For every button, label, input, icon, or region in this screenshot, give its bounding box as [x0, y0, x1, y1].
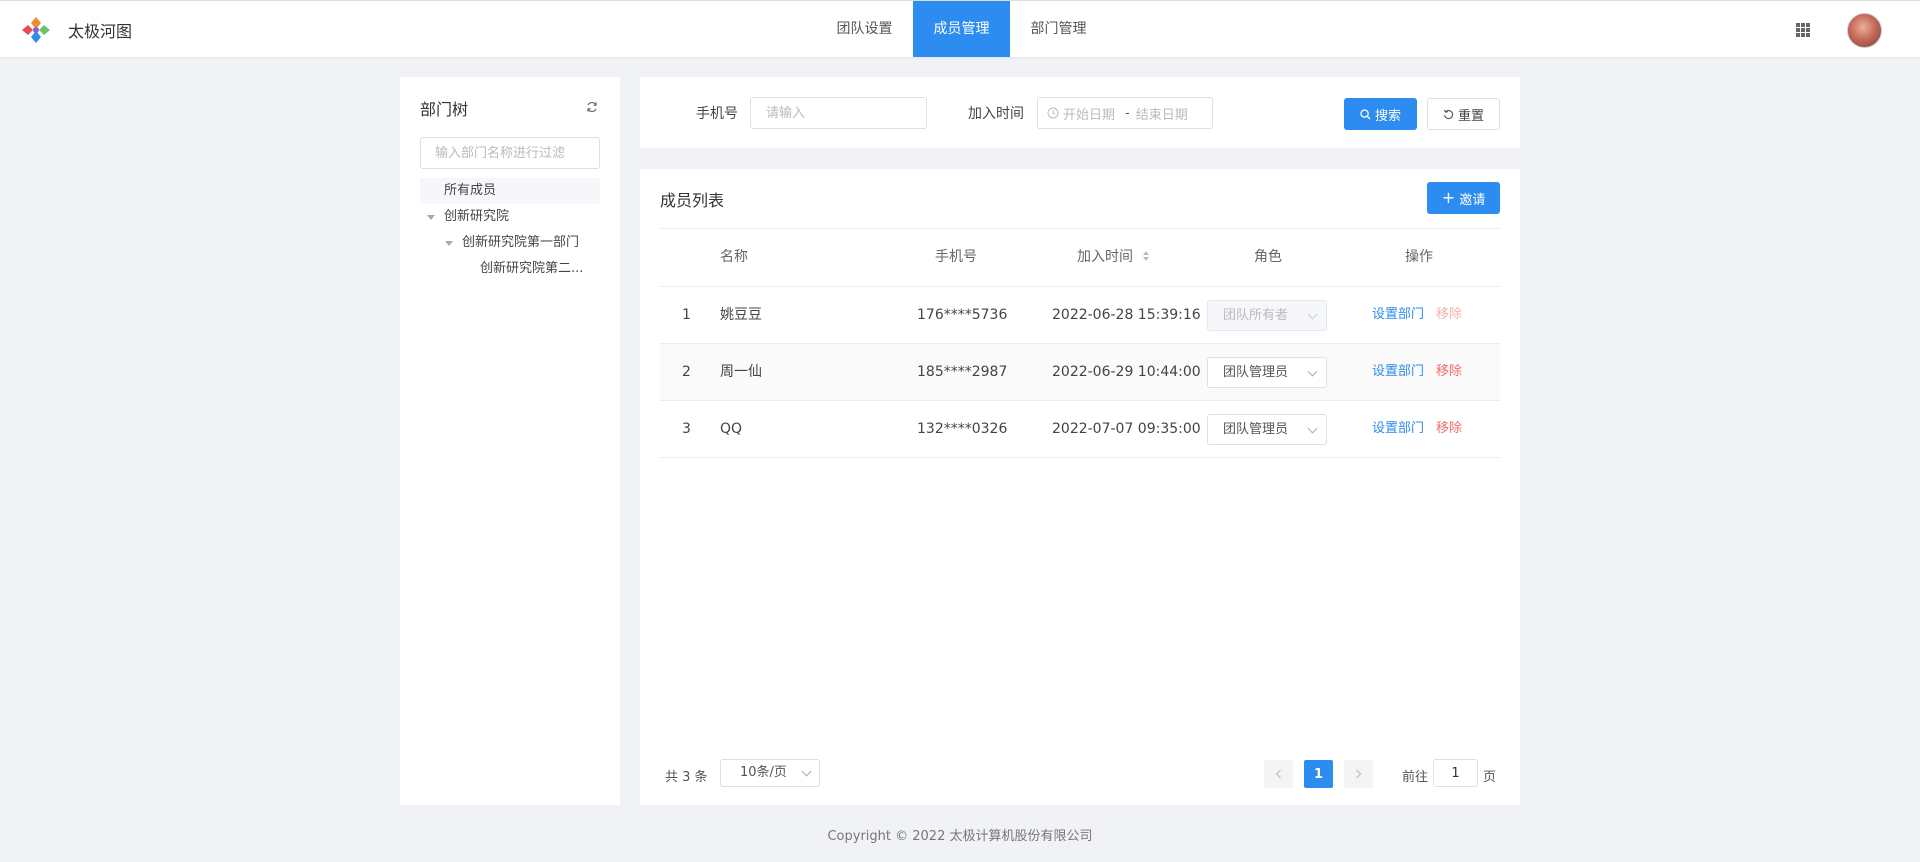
expand-caret-icon[interactable]	[427, 215, 435, 220]
tree-node-dept-2[interactable]: 创新研究院第二...	[420, 256, 600, 282]
goto-page-input[interactable]	[1433, 759, 1478, 787]
reset-button-label: 重置	[1457, 108, 1484, 124]
search-icon	[1360, 108, 1371, 119]
department-filter-input[interactable]	[420, 137, 600, 169]
row-index: 2	[682, 364, 691, 380]
member-list-panel: 成员列表 + 邀请 名称 手机号 加入时间 角色 操作 1 姚豆豆 176***…	[640, 169, 1520, 805]
refresh-icon[interactable]	[586, 101, 598, 113]
member-phone: 185****2987	[917, 364, 1008, 380]
member-name: 姚豆豆	[720, 307, 762, 323]
member-name: QQ	[720, 421, 743, 437]
join-time-header-label: 加入时间	[1077, 249, 1133, 265]
member-phone: 176****5736	[917, 307, 1008, 323]
tab-team-settings[interactable]: 团队设置	[816, 1, 913, 57]
expand-caret-icon[interactable]	[445, 241, 453, 246]
member-name: 周一仙	[720, 364, 762, 380]
next-page-button[interactable]	[1344, 760, 1373, 788]
member-table: 名称 手机号 加入时间 角色 操作 1 姚豆豆 176****5736 2022…	[660, 228, 1500, 458]
end-date-placeholder[interactable]: 结束日期	[1136, 104, 1188, 123]
clock-icon	[1047, 107, 1059, 119]
remove-link: 移除	[1436, 307, 1463, 322]
reset-button[interactable]: 重置	[1427, 98, 1500, 130]
role-select-value: 团队管理员	[1223, 422, 1289, 437]
tree-node-label: 所有成员	[444, 183, 497, 198]
set-department-link[interactable]: 设置部门	[1372, 344, 1424, 400]
chevron-down-icon	[1307, 309, 1318, 320]
row-index: 1	[682, 307, 691, 323]
remove-link[interactable]: 移除	[1436, 401, 1462, 457]
member-join-time: 2022-07-07 09:35:00	[1052, 421, 1201, 437]
chevron-right-icon	[1356, 769, 1362, 779]
department-tree-panel: 部门树 所有成员 创新研究院 创新研究院第一部门 创新研究院第二...	[400, 77, 620, 805]
tree-node-dept-1[interactable]: 创新研究院第一部门	[420, 230, 600, 256]
column-header-phone: 手机号	[935, 249, 977, 265]
column-header-role: 角色	[1254, 249, 1282, 265]
search-button-label: 搜索	[1374, 108, 1401, 124]
search-panel: 手机号 加入时间 开始日期 - 结束日期 搜索 重置	[640, 77, 1520, 148]
role-select[interactable]: 团队管理员	[1207, 357, 1327, 388]
tab-department-management[interactable]: 部门管理	[1010, 1, 1107, 57]
column-header-actions: 操作	[1405, 249, 1433, 265]
top-nav: 团队设置 成员管理 部门管理	[816, 1, 1107, 57]
top-header: 太极河图 团队设置 成员管理 部门管理	[0, 0, 1920, 57]
chevron-down-icon	[801, 766, 812, 777]
sort-icon[interactable]	[1142, 250, 1150, 262]
table-row: 2 周一仙 185****2987 2022-06-29 10:44:00 团队…	[660, 344, 1500, 401]
table-row: 1 姚豆豆 176****5736 2022-06-28 15:39:16 团队…	[660, 287, 1500, 344]
member-join-time: 2022-06-29 10:44:00	[1052, 364, 1201, 380]
row-index: 3	[682, 421, 691, 437]
role-select-value: 团队管理员	[1223, 365, 1289, 380]
start-date-placeholder[interactable]: 开始日期	[1063, 104, 1119, 123]
app-logo-icon[interactable]	[19, 15, 53, 45]
app-title[interactable]: 太极河图	[68, 18, 132, 42]
phone-search-input[interactable]	[750, 97, 927, 129]
join-time-date-range[interactable]: 开始日期 - 结束日期	[1037, 97, 1213, 129]
invite-button[interactable]: + 邀请	[1427, 182, 1500, 214]
page-size-value: 10条/页	[740, 765, 787, 780]
member-list-title: 成员列表	[660, 191, 725, 210]
tree-node-innovation-institute[interactable]: 创新研究院	[420, 204, 600, 230]
member-join-time: 2022-06-28 15:39:16	[1052, 307, 1201, 323]
reset-icon	[1443, 109, 1454, 119]
page-size-select[interactable]: 10条/页	[720, 759, 820, 787]
tree-node-label: 创新研究院第一部门	[462, 235, 580, 250]
role-select[interactable]: 团队管理员	[1207, 414, 1327, 445]
table-header: 名称 手机号 加入时间 角色 操作	[660, 228, 1500, 287]
pagination-total: 共 3 条	[665, 770, 708, 785]
chevron-down-icon	[1307, 423, 1318, 434]
chevron-down-icon	[1307, 366, 1318, 377]
column-header-name: 名称	[720, 249, 748, 265]
tree-node-label: 创新研究院第二...	[480, 261, 584, 276]
remove-link[interactable]: 移除	[1436, 344, 1462, 400]
tree-node-label: 创新研究院	[444, 209, 510, 224]
role-select-value: 团队所有者	[1223, 308, 1289, 323]
column-header-join-time[interactable]: 加入时间	[1077, 229, 1150, 286]
goto-suffix: 页	[1483, 770, 1497, 785]
set-department-link[interactable]: 设置部门	[1372, 287, 1424, 343]
role-select: 团队所有者	[1207, 300, 1327, 331]
tree-node-all-members[interactable]: 所有成员	[420, 178, 600, 204]
user-avatar[interactable]	[1847, 13, 1882, 48]
plus-icon: +	[1441, 188, 1456, 207]
footer-copyright: Copyright © 2022 太极计算机股份有限公司	[827, 829, 1093, 844]
search-button[interactable]: 搜索	[1344, 98, 1417, 130]
department-tree-title: 部门树	[420, 100, 469, 119]
apps-grid-icon[interactable]	[1796, 23, 1810, 37]
tab-member-management[interactable]: 成员管理	[913, 1, 1010, 57]
goto-prefix: 前往	[1402, 770, 1429, 785]
table-row: 3 QQ 132****0326 2022-07-07 09:35:00 团队管…	[660, 401, 1500, 458]
page-number-button[interactable]: 1	[1304, 760, 1333, 788]
join-time-label: 加入时间	[968, 106, 1024, 122]
set-department-link[interactable]: 设置部门	[1372, 401, 1424, 457]
chevron-left-icon	[1275, 769, 1281, 779]
phone-label: 手机号	[696, 106, 738, 122]
prev-page-button[interactable]	[1264, 760, 1293, 788]
invite-button-label: 邀请	[1459, 192, 1486, 208]
date-separator: -	[1125, 105, 1130, 121]
member-phone: 132****0326	[917, 421, 1008, 437]
